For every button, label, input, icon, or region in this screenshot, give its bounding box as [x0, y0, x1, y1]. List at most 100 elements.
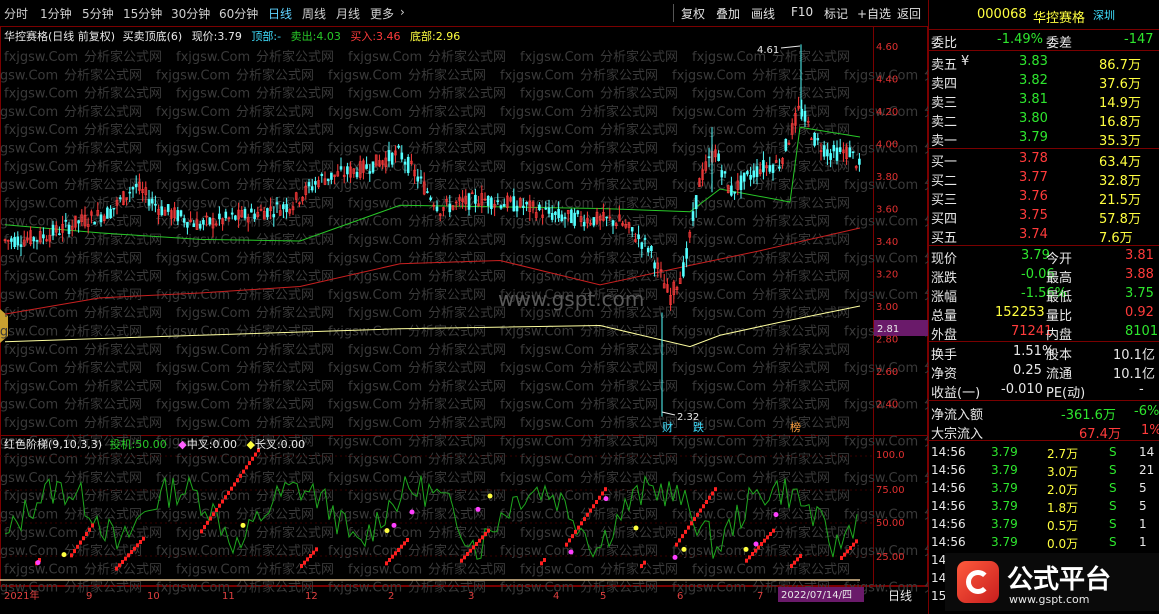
- quote-label: 最高: [1046, 271, 1073, 286]
- tick-n: 1: [1139, 517, 1147, 531]
- watermark-text: 分析家公式网: [600, 561, 678, 577]
- flow-pct: 1%: [1141, 423, 1159, 438]
- ladder-step: [469, 548, 472, 553]
- period-tab-monthly[interactable]: 月线: [336, 5, 360, 22]
- current-price-value: 2.81: [877, 324, 899, 335]
- watermark-text: 分析家公式网: [580, 67, 658, 83]
- ladder-step: [82, 536, 85, 541]
- bid-row: 买五 3.74 7.6万: [929, 226, 1159, 246]
- event-die[interactable]: 跌: [693, 420, 704, 434]
- fuquan-button[interactable]: 复权: [681, 5, 705, 22]
- mark-button[interactable]: 标记: [824, 5, 848, 22]
- watermark-text: 分析家公式网: [600, 378, 678, 394]
- fund-value: -: [1139, 382, 1144, 397]
- flow-value: 67.4万: [1079, 427, 1121, 442]
- period-tab-weekly[interactable]: 周线: [302, 5, 326, 22]
- candle-body: [829, 153, 832, 160]
- ladder-step: [394, 551, 397, 556]
- back-button[interactable]: 返回: [897, 5, 921, 22]
- candle-body: [720, 170, 724, 178]
- candle-body: [640, 242, 644, 249]
- candle-body: [32, 237, 36, 242]
- watermark-text: 分析家公式网: [600, 159, 678, 175]
- watermark-text: fxjgsw.Com: [4, 379, 78, 394]
- ask-volume: 35.3万: [1099, 134, 1141, 149]
- period-tab-more[interactable]: 更多: [370, 5, 394, 22]
- ladder-step: [209, 516, 212, 521]
- event-cai[interactable]: 财: [662, 420, 673, 434]
- bid-row: 买四 3.75 57.8万: [929, 207, 1159, 227]
- watermark-text: fxjgsw.Com: [348, 416, 422, 431]
- tick-n: 5: [1139, 499, 1147, 513]
- period-tab-15min[interactable]: 15分钟: [123, 5, 162, 22]
- candle-body: [832, 145, 836, 152]
- watermark-text: 分析家公式网: [752, 360, 830, 376]
- ladder-step: [215, 508, 218, 512]
- ladder-step: [754, 548, 757, 553]
- watermark-text: fxjgsw.Com: [4, 87, 78, 102]
- quote-value: 3.81: [1125, 248, 1154, 263]
- y-tick-label: 4.00: [876, 140, 898, 151]
- watermark-text: fxjgsw.Com: [692, 50, 766, 65]
- bid-price: 3.75: [1019, 208, 1048, 223]
- sub-invest-value: 50.00: [135, 438, 167, 451]
- watermark-text: fxjgsw.Com: [156, 105, 230, 120]
- watermark-text: fxjgsw.Com: [328, 105, 402, 120]
- watermark-text: 分析家公式网: [428, 86, 506, 102]
- watermark-text: 分析家公式网: [772, 488, 850, 504]
- candle-body: [179, 210, 183, 217]
- watermark-text: 分析家公式网: [64, 470, 142, 486]
- period-tab-30min[interactable]: 30分钟: [171, 5, 210, 22]
- quote-label: 涨跌: [931, 271, 958, 286]
- info-buy: 3.46: [376, 30, 401, 43]
- candle-body: [694, 195, 698, 209]
- ladder-step: [565, 542, 568, 547]
- tick-time: 14:56: [931, 481, 966, 495]
- period-indicator[interactable]: 日线: [888, 589, 912, 603]
- watermark-text: fxjgsw.Com: [692, 379, 766, 394]
- tick-side: S: [1109, 535, 1117, 549]
- candle-body: [310, 186, 314, 191]
- tick-time: 14:56: [931, 463, 966, 477]
- ladder-step: [595, 500, 598, 504]
- event-bang[interactable]: 榜: [790, 420, 801, 434]
- ladder-step: [586, 512, 589, 517]
- draw-line-button[interactable]: 画线: [751, 5, 775, 22]
- watermark-text: 分析家公式网: [580, 397, 658, 413]
- ladder-step: [130, 550, 133, 554]
- chevron-right-icon[interactable]: ›: [400, 5, 405, 19]
- watermark-text: fxjgsw.Com: [4, 270, 78, 285]
- watermark-text: 分析家公式网: [428, 561, 506, 577]
- ask-volume: 86.7万: [1099, 58, 1141, 73]
- watermark-text: 分析家公式网: [408, 67, 486, 83]
- ladder-step: [481, 535, 484, 540]
- tick-vol: 0.5万: [1047, 519, 1079, 533]
- add-favorite-button[interactable]: +自选: [857, 5, 891, 22]
- watermark-text: fxjgsw.Com: [0, 544, 58, 559]
- watermark-text: fxjgsw.Com: [4, 196, 78, 211]
- fund-value: 10.1亿: [1113, 367, 1155, 382]
- candle-body: [730, 185, 733, 196]
- candle-body: [803, 110, 807, 122]
- ladder-step: [484, 532, 487, 536]
- ask-volume: 16.8万: [1099, 115, 1141, 130]
- period-tab-fenshi[interactable]: 分时: [4, 5, 28, 22]
- period-tab-60min[interactable]: 60分钟: [219, 5, 258, 22]
- overlay-button[interactable]: 叠加: [716, 5, 740, 22]
- tick-vol: 1.8万: [1047, 501, 1079, 515]
- period-tab-daily[interactable]: 日线: [268, 5, 292, 22]
- watermark-text: fxjgsw.Com: [156, 68, 230, 83]
- watermark-text: 分析家公式网: [236, 287, 314, 303]
- candle-body: [525, 202, 528, 205]
- watermark-text: fxjgsw.Com: [692, 196, 766, 211]
- period-tab-1min[interactable]: 1分钟: [40, 5, 72, 22]
- watermark-text: fxjgsw.Com: [0, 288, 58, 303]
- quote-label: 量比: [1046, 309, 1073, 324]
- period-tab-5min[interactable]: 5分钟: [82, 5, 114, 22]
- f10-button[interactable]: F10: [791, 5, 813, 19]
- ask-row: 卖五 ¥3.83 86.7万: [929, 53, 1159, 73]
- kline-chart[interactable]: fxjgsw.Com 分析家公式网 fxjgsw.Com 分析家公式网 fxjgsw.C…: [0, 26, 928, 614]
- y-tick-label: 4.60: [876, 42, 898, 53]
- fund-value: 10.1亿: [1113, 348, 1155, 363]
- watermark-text: 分析家公式网: [428, 342, 506, 358]
